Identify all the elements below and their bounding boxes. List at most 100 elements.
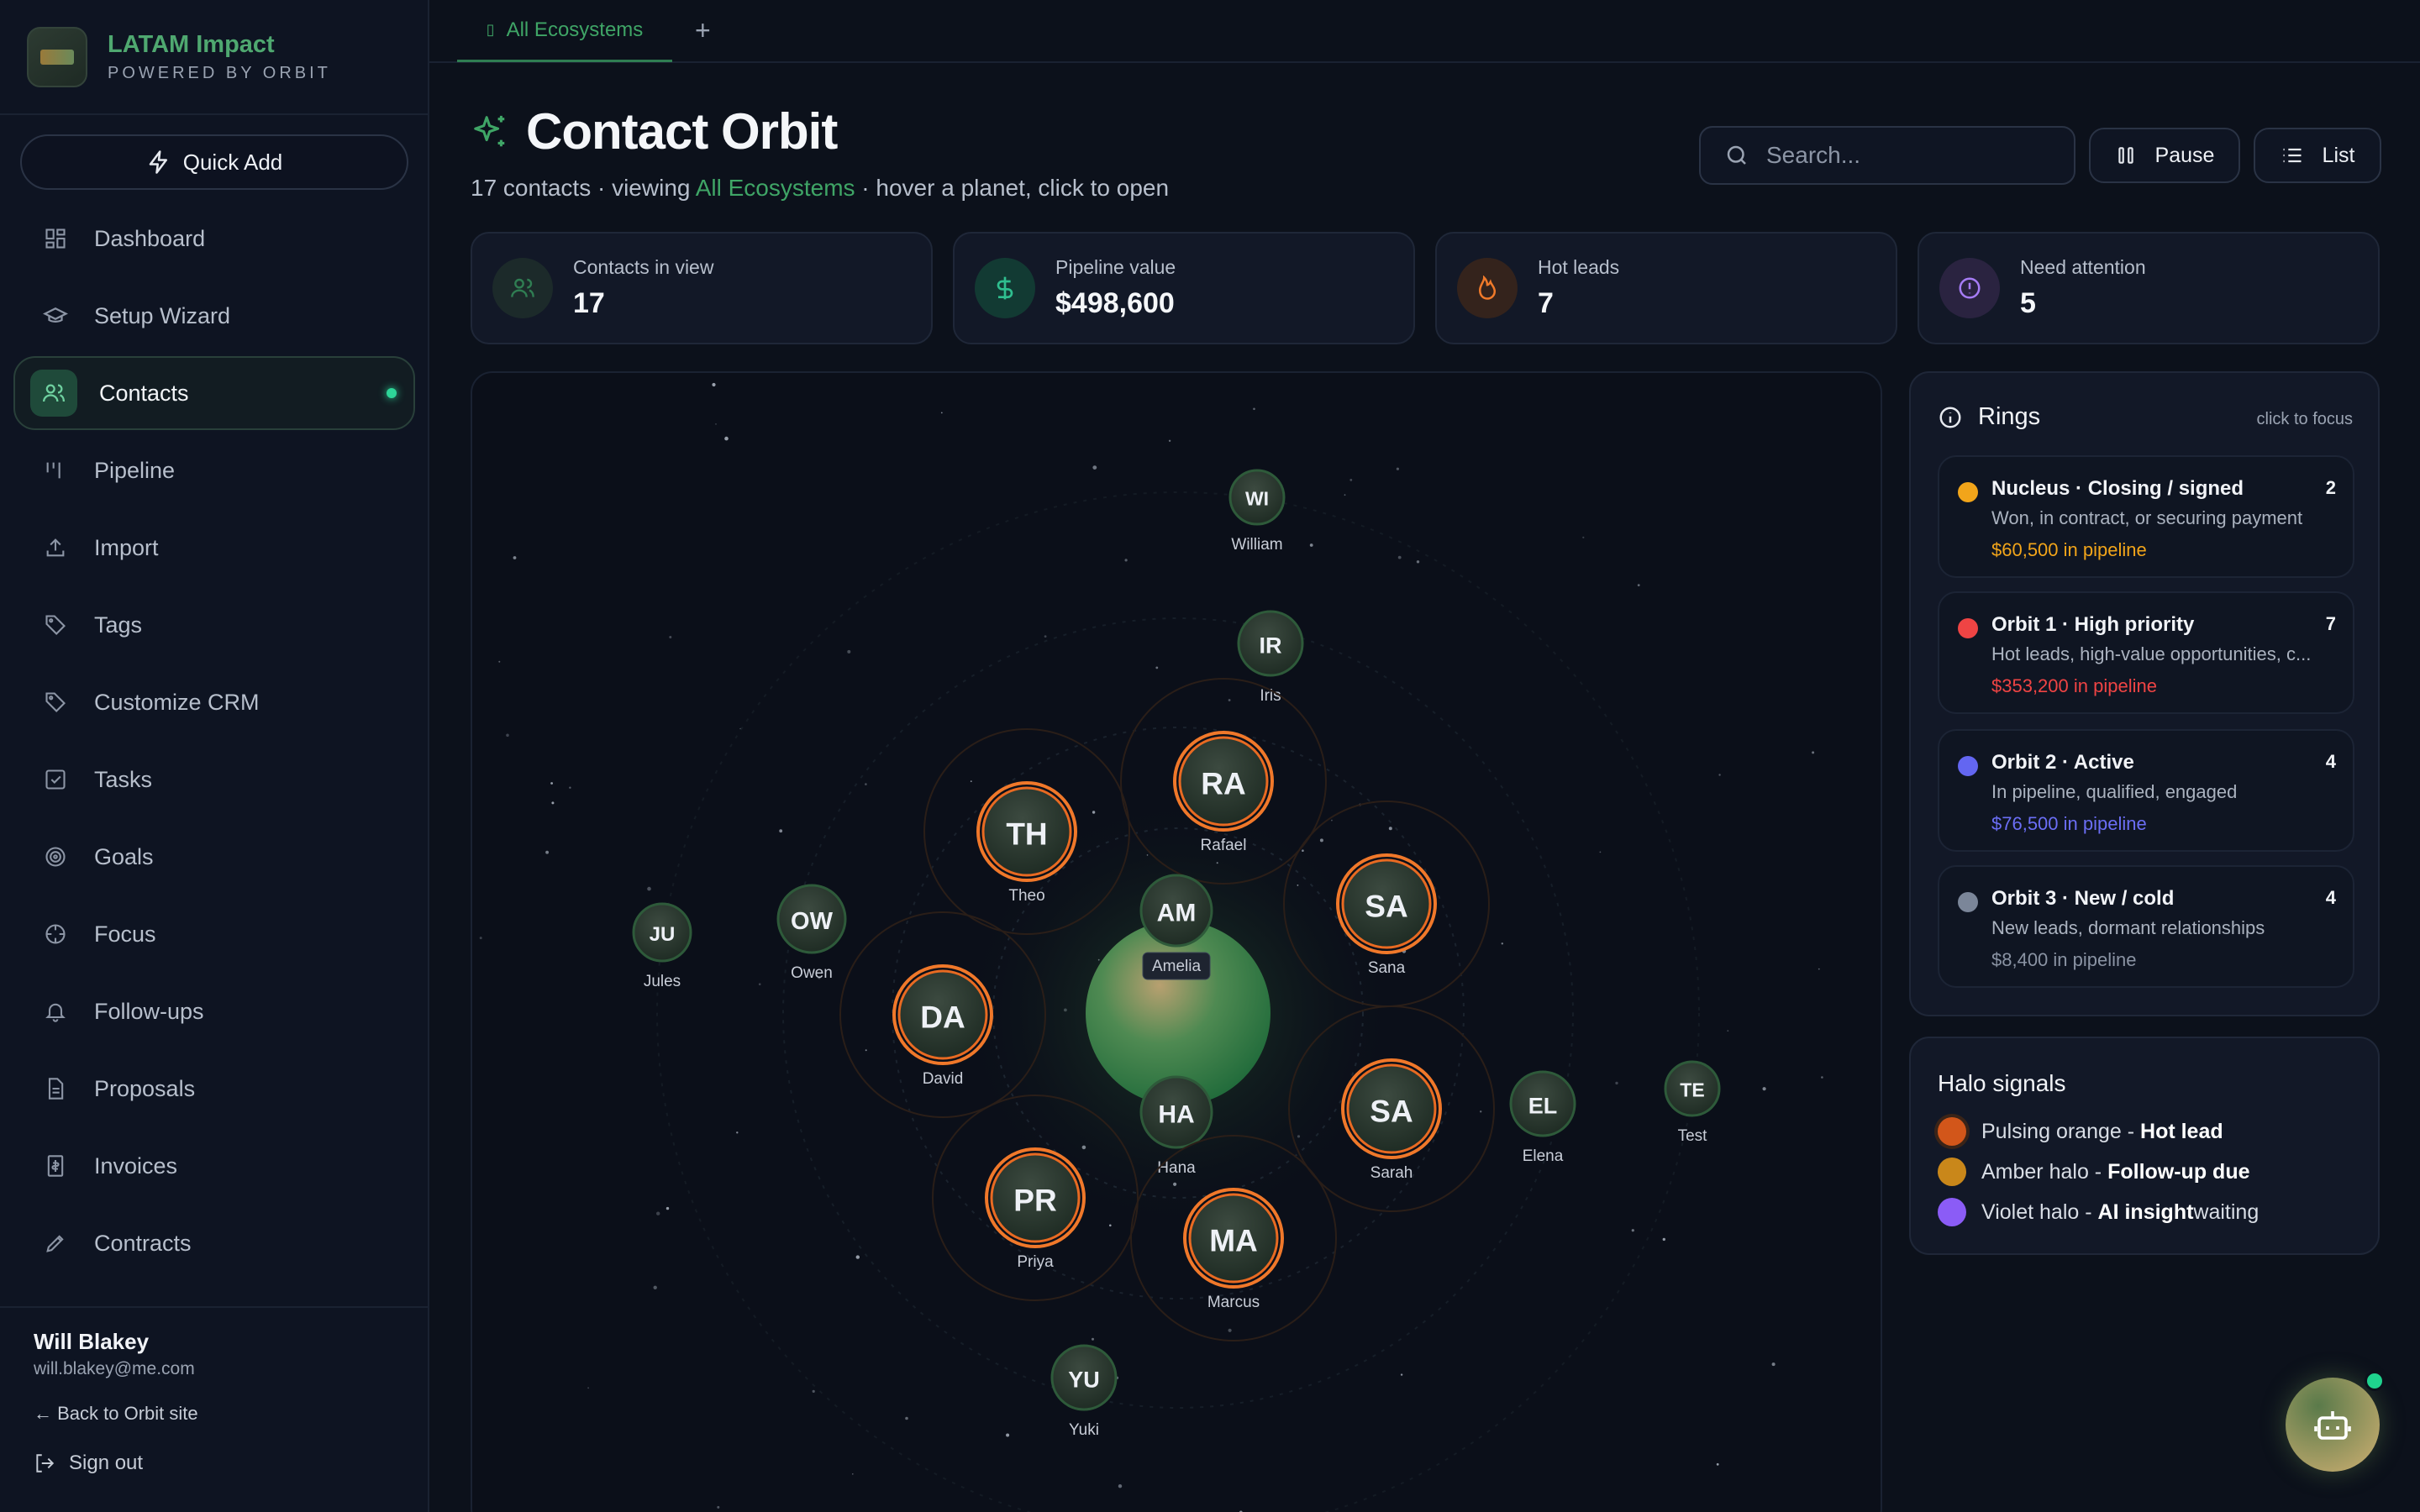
rings-title-text: Rings (1978, 403, 2041, 430)
sidebar-item-label: Contracts (94, 1230, 192, 1256)
star (1044, 635, 1047, 638)
star (1109, 1224, 1112, 1227)
planet-owen[interactable]: OW Owen (776, 884, 847, 982)
planet-yuki[interactable]: YU Yuki (1050, 1344, 1118, 1439)
ring-card-orbit-3[interactable]: Orbit 3 · New / cold 4 New leads, dorman… (1938, 865, 2354, 988)
sidebar-item-contacts[interactable]: Contacts (13, 356, 415, 430)
star (1349, 479, 1353, 481)
sign-out-button[interactable]: Sign out (34, 1452, 143, 1475)
stat-card-contacts: Contacts in view 17 (471, 232, 933, 344)
search-box[interactable] (1699, 126, 2075, 185)
ring-name: Orbit 2 · Active (1991, 751, 2134, 774)
sidebar-item-tags[interactable]: Tags (13, 588, 415, 662)
upload-icon (42, 534, 69, 561)
logout-icon (36, 1454, 55, 1473)
tab-all-ecosystems[interactable]: ▯ All Ecosystems (457, 0, 672, 62)
star (855, 1255, 860, 1259)
planet-name-label: Jules (644, 973, 681, 990)
stat-label: Hot leads (1538, 256, 1620, 278)
ring-color-dot (1958, 756, 1978, 776)
star (1118, 1484, 1123, 1488)
orbit-visualization[interactable]: WIWilliamIRIrisRARafaelTHTheo SASanaAMAme… (472, 373, 1882, 1512)
sidebar-item-label: Contacts (99, 380, 189, 406)
sidebar-item-label: Goals (94, 843, 154, 869)
dashboard-icon (42, 225, 69, 252)
planet-amelia[interactable]: AM Amelia (1139, 874, 1213, 980)
kanban-icon (42, 457, 69, 484)
star (1812, 751, 1815, 754)
sidebar-item-follow-ups[interactable]: Follow-ups (13, 974, 415, 1048)
star (1662, 1237, 1666, 1242)
planet-test[interactable]: TE Test (1664, 1060, 1721, 1145)
sidebar-item-goals[interactable]: Goals (13, 820, 415, 894)
planet-name-label: David (923, 1070, 964, 1088)
sidebar-nav: Dashboard Setup Wizard Contacts Pipeline… (13, 202, 415, 1284)
halo-prefix: Violet halo - (1981, 1200, 2092, 1224)
halo-row-ai-insight: Violet halo - AI insight waiting (1938, 1198, 2259, 1226)
star (1637, 584, 1640, 586)
planet-jules[interactable]: JU Jules (632, 902, 692, 990)
ring-pipeline: $60,500 in pipeline (1991, 539, 2147, 560)
ring-card-orbit-1[interactable]: Orbit 1 · High priority 7 Hot leads, hig… (1938, 591, 2354, 714)
ring-card-nucleus[interactable]: Nucleus · Closing / signed 2 Won, in con… (1938, 455, 2354, 578)
rings-panel: Rings click to focus Nucleus · Closing /… (1909, 371, 2380, 1016)
sidebar-item-import[interactable]: Import (13, 511, 415, 585)
sidebar-item-label: Pipeline (94, 457, 176, 483)
sidebar-item-customize-crm[interactable]: Customize CRM (13, 665, 415, 739)
sidebar-item-invoices[interactable]: Invoices (13, 1129, 415, 1203)
halo-signals-panel: Halo signals Pulsing orange - Hot lead A… (1909, 1037, 2380, 1255)
sidebar-item-dashboard[interactable]: Dashboard (13, 202, 415, 276)
star (1092, 1337, 1094, 1341)
planet-name-label: Hana (1157, 1159, 1196, 1177)
star (905, 1416, 908, 1420)
subtitle-ecosystem: All Ecosystems (695, 175, 855, 201)
star (1716, 1462, 1719, 1466)
search-input[interactable] (1766, 142, 2052, 169)
planet-elena[interactable]: EL Elena (1509, 1070, 1576, 1165)
brand-subtitle: POWERED BY ORBIT (108, 64, 331, 82)
sidebar-item-focus[interactable]: Focus (13, 897, 415, 971)
sidebar-item-setup-wizard[interactable]: Setup Wizard (13, 279, 415, 353)
graduation-cap-icon (42, 302, 69, 329)
add-tab-button[interactable]: + (695, 15, 711, 46)
list-view-button[interactable]: List (2254, 128, 2381, 183)
planet-name-label: William (1231, 536, 1282, 554)
star (1124, 559, 1128, 562)
sidebar-item-label: Dashboard (94, 225, 206, 251)
pause-button[interactable]: Pause (2089, 128, 2240, 183)
planet-initials: EL (1528, 1093, 1558, 1118)
brand[interactable]: LATAM Impact POWERED BY ORBIT (27, 25, 331, 89)
stat-value: $498,600 (1055, 287, 1175, 319)
orbit-canvas[interactable]: WI William IR Iris RA Rafael TH Theo SA Sana AM Ame… (471, 371, 1882, 1512)
star (569, 786, 571, 789)
halo-bold: AI insight (2097, 1200, 2194, 1224)
star (1615, 1081, 1618, 1085)
star (513, 556, 517, 559)
star (1092, 465, 1097, 470)
ring-description: New leads, dormant relationships (1991, 917, 2265, 938)
sidebar-item-label: Focus (94, 921, 156, 947)
sidebar-item-proposals[interactable]: Proposals (13, 1052, 415, 1126)
dollar-icon (975, 258, 1035, 318)
back-to-site-link[interactable]: ← Back to Orbit site (34, 1403, 198, 1425)
halo-swatch (1938, 1117, 1966, 1146)
star (1727, 1030, 1729, 1032)
sidebar-item-contracts[interactable]: Contracts (13, 1206, 415, 1280)
star (647, 886, 651, 891)
sidebar-item-label: Tags (94, 612, 143, 638)
quick-add-button[interactable]: Quick Add (20, 134, 408, 190)
sidebar-item-pipeline[interactable]: Pipeline (13, 433, 415, 507)
sparkles-icon (474, 115, 505, 146)
quick-add-label: Quick Add (182, 149, 283, 175)
list-icon (2283, 148, 2302, 163)
ai-assistant-button[interactable] (2286, 1378, 2380, 1472)
star (1718, 774, 1721, 776)
star (498, 660, 501, 663)
halo-row-follow-up: Amber halo - Follow-up due (1938, 1158, 2250, 1186)
invoice-icon (42, 1152, 69, 1179)
planet-initials: RA (1201, 767, 1245, 801)
ring-card-orbit-2[interactable]: Orbit 2 · Active 4 In pipeline, qualifie… (1938, 729, 2354, 852)
planet-william[interactable]: WI William (1228, 469, 1286, 554)
sidebar-item-tasks[interactable]: Tasks (13, 743, 415, 816)
star (717, 1505, 720, 1509)
